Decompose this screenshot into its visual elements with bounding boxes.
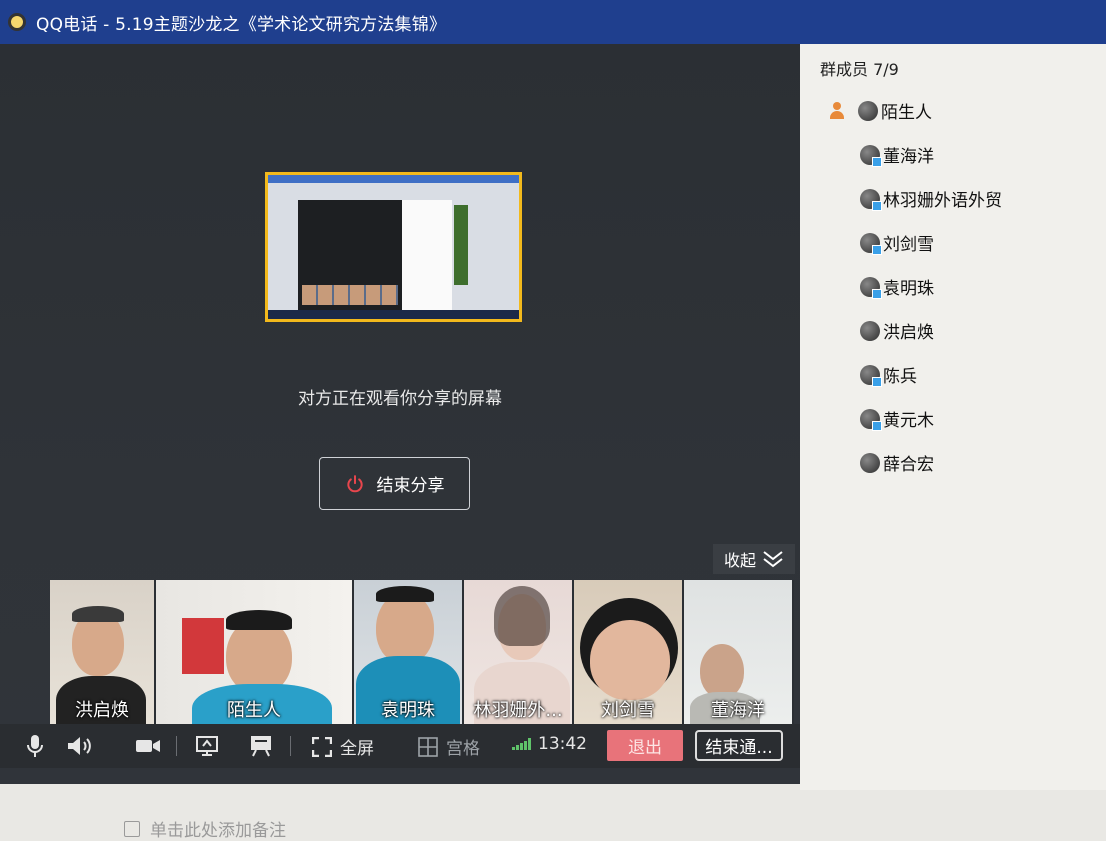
member-item[interactable]: 陌生人 xyxy=(828,98,932,123)
avatar xyxy=(860,452,880,473)
share-screen-button[interactable] xyxy=(194,734,220,758)
title-bar: QQ电话 - 5.19主题沙龙之《学术论文研究方法集锦》 xyxy=(0,0,1106,44)
member-item[interactable]: 袁明珠 xyxy=(860,274,934,299)
video-tile[interactable]: 董海洋 xyxy=(684,580,794,724)
member-name: 陌生人 xyxy=(881,103,932,123)
member-item[interactable]: 薛合宏 xyxy=(860,450,934,475)
member-name: 陈兵 xyxy=(883,367,917,387)
fullscreen-icon xyxy=(312,736,332,757)
fullscreen-label: 全屏 xyxy=(340,739,374,759)
power-icon xyxy=(346,474,363,492)
note-icon xyxy=(124,820,140,837)
qq-call-window: QQ电话 - 5.19主题沙龙之《学术论文研究方法集锦》 对方正在观看你分享的屏… xyxy=(0,0,1106,790)
double-chevron-down-icon xyxy=(763,551,783,568)
avatar xyxy=(860,364,882,387)
presentation-button[interactable] xyxy=(248,734,274,758)
participant-name: 洪启焕 xyxy=(75,700,129,721)
participant-name: 林羽姗外... xyxy=(473,700,563,721)
speaker-button[interactable] xyxy=(66,734,96,758)
self-user-icon xyxy=(828,101,846,120)
fullscreen-button[interactable]: 全屏 xyxy=(312,734,374,759)
member-count: 群成员 7/9 xyxy=(820,60,899,79)
call-toolbar: 全屏 宫格 13:42 退出 结束通... xyxy=(0,724,800,768)
member-item[interactable]: 刘剑雪 xyxy=(860,230,934,255)
below-window-area: 单击此处添加备注 xyxy=(0,790,1106,841)
screen-share-icon xyxy=(196,736,218,756)
video-tile[interactable]: 刘剑雪 xyxy=(574,580,684,724)
member-name: 黄元木 xyxy=(883,411,934,431)
grid-view-button[interactable]: 宫格 xyxy=(418,734,480,759)
member-item[interactable]: 董海洋 xyxy=(860,142,934,167)
member-item[interactable]: 陈兵 xyxy=(860,362,917,387)
end-share-button[interactable]: 结束分享 xyxy=(319,457,470,510)
end-share-label: 结束分享 xyxy=(376,476,445,496)
avatar xyxy=(858,100,878,121)
qq-app-icon xyxy=(8,13,26,31)
call-status: 13:42 xyxy=(512,734,587,754)
member-name: 刘剑雪 xyxy=(883,235,934,255)
toolbar-divider xyxy=(290,736,291,756)
call-duration: 13:42 xyxy=(538,734,587,754)
avatar xyxy=(860,320,880,341)
participant-name: 陌生人 xyxy=(227,700,281,721)
member-item[interactable]: 洪启焕 xyxy=(860,318,934,343)
camera-button[interactable] xyxy=(134,736,162,756)
member-name: 林羽姗外语外贸 xyxy=(883,191,1002,211)
presentation-icon xyxy=(251,736,271,757)
shared-screen-preview xyxy=(265,172,522,322)
member-name: 薛合宏 xyxy=(883,455,934,475)
member-name: 洪启焕 xyxy=(883,323,934,343)
participant-name: 刘剑雪 xyxy=(601,700,655,721)
collapse-button[interactable]: 收起 xyxy=(713,544,795,574)
speaker-icon xyxy=(68,737,91,755)
member-item[interactable]: 林羽姗外语外贸 xyxy=(860,186,1002,211)
add-note-prompt[interactable]: 单击此处添加备注 xyxy=(124,816,286,841)
member-item[interactable]: 黄元木 xyxy=(860,406,934,431)
exit-button[interactable]: 退出 xyxy=(607,730,683,761)
participant-name: 袁明珠 xyxy=(381,700,435,721)
main-call-area: 对方正在观看你分享的屏幕 结束分享 收起 洪启焕 陌生人 袁明珠 林羽姗外...… xyxy=(0,44,800,784)
member-name: 董海洋 xyxy=(883,147,934,167)
participant-name: 董海洋 xyxy=(711,700,765,721)
microphone-button[interactable] xyxy=(24,734,46,758)
microphone-icon xyxy=(27,735,43,757)
member-sidebar: 群成员 7/9 陌生人 董海洋 林羽姗外语外贸 刘剑雪 袁明珠 洪启焕 陈兵 黄… xyxy=(800,44,1106,790)
grid-icon xyxy=(418,736,438,757)
toolbar-divider xyxy=(176,736,177,756)
avatar xyxy=(860,144,882,167)
avatar xyxy=(860,276,882,299)
video-tile[interactable]: 洪启焕 xyxy=(50,580,156,724)
share-status-text: 对方正在观看你分享的屏幕 xyxy=(298,389,502,409)
end-call-button[interactable]: 结束通... xyxy=(695,730,783,761)
grid-view-label: 宫格 xyxy=(446,739,480,759)
window-title: QQ电话 - 5.19主题沙龙之《学术论文研究方法集锦》 xyxy=(36,14,447,35)
collapse-label: 收起 xyxy=(723,551,756,570)
avatar xyxy=(860,408,882,431)
video-tile[interactable]: 林羽姗外... xyxy=(464,580,574,724)
avatar xyxy=(860,232,882,255)
video-tile[interactable]: 陌生人 xyxy=(156,580,354,724)
video-strip: 洪启焕 陌生人 袁明珠 林羽姗外... 刘剑雪 董海洋 xyxy=(50,580,794,724)
camera-icon xyxy=(136,740,160,752)
avatar xyxy=(860,188,882,211)
note-text: 单击此处添加备注 xyxy=(150,821,286,841)
member-name: 袁明珠 xyxy=(883,279,934,299)
signal-strength-icon xyxy=(512,738,532,750)
video-tile[interactable]: 袁明珠 xyxy=(354,580,464,724)
